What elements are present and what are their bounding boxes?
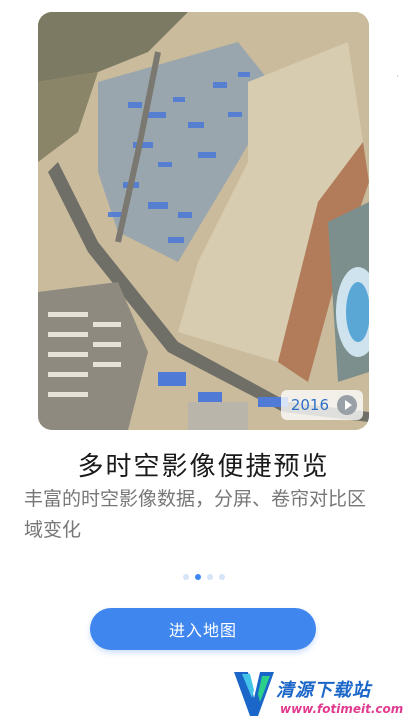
satellite-image-preview: 2016: [38, 12, 369, 430]
page-dot-3[interactable]: [206, 574, 213, 580]
year-play-badge[interactable]: 2016: [280, 390, 363, 420]
page-dot-2-active[interactable]: [194, 574, 201, 580]
page-dot-4[interactable]: [218, 574, 225, 580]
satellite-map-image: [38, 12, 369, 430]
play-icon[interactable]: [337, 395, 357, 415]
page-indicator: [0, 574, 407, 580]
page-description: 丰富的时空影像数据，分屏、卷帘对比区域变化: [24, 488, 367, 541]
edge-mark: ·: [396, 72, 399, 82]
page-title: 多时空影像便捷预览: [77, 452, 330, 482]
watermark-logo: 清源下载站 www.fotimeit.com: [232, 668, 404, 720]
watermark-url: www.fotimeit.com: [280, 702, 404, 716]
page-dot-1[interactable]: [182, 574, 189, 580]
watermark-name: 清源下载站: [276, 680, 371, 701]
year-label: 2016: [290, 396, 329, 414]
enter-map-button[interactable]: 进入地图: [90, 608, 316, 650]
watermark-emblem-icon: [234, 672, 274, 716]
